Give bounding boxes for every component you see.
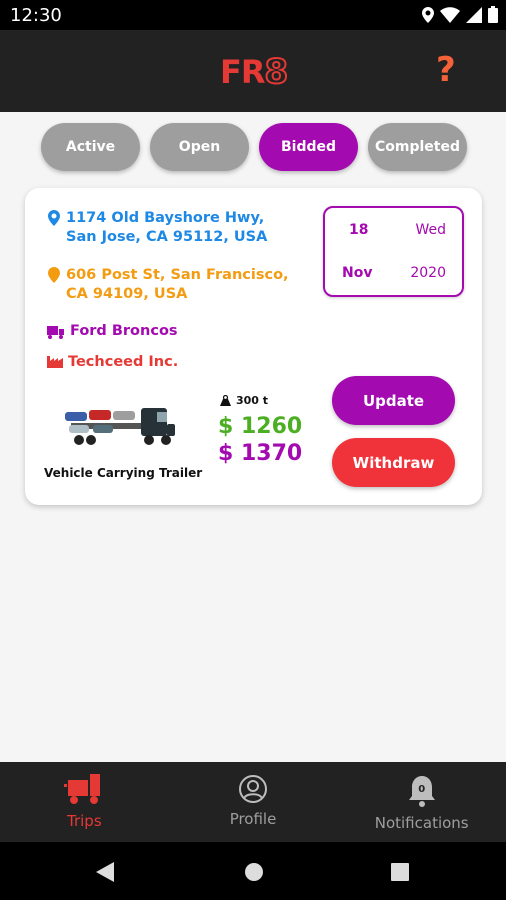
trailer-type-label: Vehicle Carrying Trailer: [44, 466, 203, 480]
nav-trips[interactable]: Trips: [0, 762, 169, 842]
status-bar: 12:30: [0, 0, 506, 30]
trip-date-box: 18 Wed Nov 2020: [323, 206, 464, 297]
dropoff-address: 606 Post St, San Francisco, CA 94109, US…: [66, 267, 289, 302]
dropoff-pin-icon: [48, 267, 60, 283]
date-year: 2020: [410, 265, 446, 281]
dropoff-address-row: 606 Post St, San Francisco, CA 94109, US…: [47, 266, 297, 304]
nav-profile-label: Profile: [229, 810, 277, 828]
load-weight: 300 t: [236, 394, 269, 407]
pickup-pin-icon: [48, 210, 60, 226]
notification-count: 0: [418, 784, 426, 795]
status-time: 12:30: [10, 5, 62, 26]
vehicle-row: Ford Broncos: [47, 322, 178, 341]
location-status-icon: [422, 6, 434, 23]
notifications-bell-wrapper: 0: [406, 774, 438, 808]
weight-icon: [220, 395, 231, 406]
date-day: 18: [349, 222, 369, 238]
pickup-address: 1174 Old Bayshore Hwy, San Jose, CA 9511…: [66, 210, 268, 245]
weight-row: 300 t: [220, 394, 268, 407]
recents-icon[interactable]: [391, 863, 409, 881]
tab-active[interactable]: Active: [41, 123, 140, 171]
trip-status-tabs: Active Open Bidded Completed: [41, 123, 467, 171]
help-icon[interactable]: ?: [436, 50, 456, 90]
car-transport-icon: [47, 326, 64, 339]
company-name: Techceed Inc.: [68, 354, 179, 370]
status-icons: [422, 6, 498, 23]
nav-profile[interactable]: Profile: [169, 762, 338, 842]
battery-icon: [488, 6, 498, 23]
update-button[interactable]: Update: [332, 376, 455, 425]
trip-card[interactable]: 1174 Old Bayshore Hwy, San Jose, CA 9511…: [25, 188, 482, 505]
back-icon[interactable]: [96, 862, 114, 882]
system-nav-bar: [0, 842, 506, 900]
bid-price: $ 1370: [218, 441, 303, 466]
vehicle-name: Ford Broncos: [70, 323, 178, 339]
bottom-nav: Trips Profile 0 Notifications: [0, 762, 506, 842]
company-row: Techceed Inc.: [47, 353, 178, 372]
app-logo: FR8: [220, 51, 289, 93]
nav-notifications-label: Notifications: [374, 814, 469, 832]
date-month: Nov: [342, 265, 373, 281]
factory-icon: [47, 356, 63, 368]
truck-trailer-image: [65, 408, 175, 445]
nav-trips-label: Trips: [67, 812, 102, 830]
tab-bidded[interactable]: Bidded: [259, 123, 358, 171]
offer-price: $ 1260: [218, 414, 303, 439]
withdraw-button[interactable]: Withdraw: [332, 438, 455, 487]
tab-completed[interactable]: Completed: [368, 123, 467, 171]
signal-icon: [466, 6, 482, 23]
date-weekday: Wed: [415, 222, 446, 238]
nav-notifications[interactable]: 0 Notifications: [337, 762, 506, 842]
app-bar: FR8 ?: [0, 30, 506, 112]
tab-open[interactable]: Open: [150, 123, 249, 171]
trips-truck-icon: [64, 774, 101, 804]
profile-icon: [239, 775, 267, 803]
wifi-icon: [440, 6, 460, 23]
pickup-address-row: 1174 Old Bayshore Hwy, San Jose, CA 9511…: [47, 209, 292, 247]
home-icon[interactable]: [244, 862, 264, 882]
